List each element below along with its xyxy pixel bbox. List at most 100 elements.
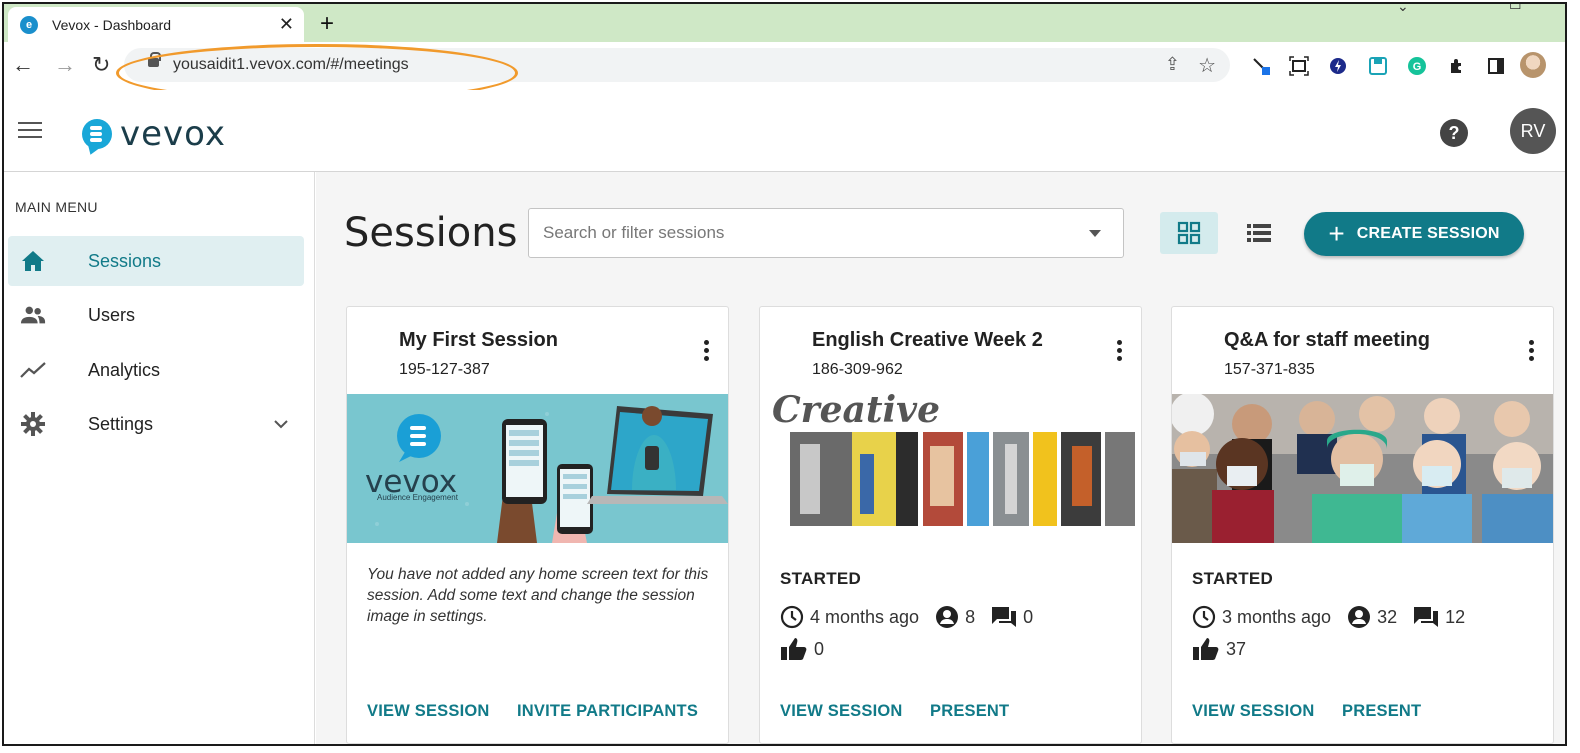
image-main-text: WRITING xyxy=(760,440,1141,543)
new-tab-button[interactable]: + xyxy=(320,10,334,38)
list-view-button[interactable] xyxy=(1230,212,1288,254)
session-card[interactable]: English Creative Week 2 186-309-962 Crea… xyxy=(759,306,1142,744)
hamburger-menu-icon[interactable] xyxy=(18,122,42,138)
search-input[interactable] xyxy=(529,209,1069,257)
create-session-label: CREATE SESSION xyxy=(1356,225,1500,242)
address-bar[interactable]: yousaidit1.vevox.com/#/meetings ⇪ ☆ xyxy=(124,48,1230,82)
session-stats: 4 months ago 8 0 xyxy=(780,605,1049,629)
tab-title: Vevox - Dashboard xyxy=(52,16,172,33)
back-icon[interactable]: ← xyxy=(12,52,34,78)
help-icon[interactable]: ? xyxy=(1440,119,1468,147)
save-extension-icon[interactable] xyxy=(1368,56,1388,76)
session-image xyxy=(1172,394,1553,543)
vevox-favicon-icon: e xyxy=(20,15,38,34)
session-stats: 3 months ago 32 12 xyxy=(1192,605,1481,629)
grammarly-extension-icon[interactable]: G xyxy=(1407,56,1427,76)
sidebar-item-settings[interactable]: Settings xyxy=(8,399,304,449)
main-content: Sessions + CREATE SESSION My First Sessi… xyxy=(316,172,1565,744)
users-icon xyxy=(20,302,46,328)
session-likes: 37 xyxy=(1192,637,1246,661)
close-tab-icon[interactable]: ✕ xyxy=(279,14,294,35)
clock-icon xyxy=(1192,605,1216,629)
lock-icon xyxy=(148,52,161,67)
participant-icon xyxy=(936,606,959,628)
session-time: 4 months ago xyxy=(810,606,920,627)
session-likes: 0 xyxy=(780,637,824,661)
image-script-text: Creative xyxy=(772,394,940,431)
view-session-link[interactable]: VIEW SESSION xyxy=(780,702,903,721)
grid-view-icon xyxy=(1177,221,1201,245)
bookmark-star-icon[interactable]: ☆ xyxy=(1198,53,1216,78)
session-image: Creative RITIN xyxy=(760,394,1141,543)
logo-text: vevox xyxy=(120,114,227,154)
sidebar-item-label: Sessions xyxy=(88,250,162,271)
questions-icon xyxy=(1414,607,1439,627)
svg-text:G: G xyxy=(1413,61,1422,73)
session-code: 195-127-387 xyxy=(399,361,490,378)
session-image: vevox Audience Engagement xyxy=(347,394,728,543)
maximize-icon[interactable]: ☐ xyxy=(1509,4,1522,13)
session-card[interactable]: My First Session 195-127-387 vevox Audie… xyxy=(346,306,729,744)
thumbs-up-icon xyxy=(781,638,807,660)
clock-icon xyxy=(780,605,804,629)
participant-count: 8 xyxy=(965,606,976,627)
minimize-icon[interactable]: — xyxy=(1456,4,1470,10)
more-options-icon[interactable] xyxy=(1529,340,1535,362)
sidebar-item-label: Settings xyxy=(88,413,154,434)
questions-icon xyxy=(992,607,1017,627)
vevox-logo[interactable]: vevox xyxy=(82,114,226,154)
list-view-icon xyxy=(1247,224,1271,242)
share-icon[interactable]: ⇪ xyxy=(1165,54,1180,75)
sidebar: MAIN MENU Sessions Users Analytics Setti… xyxy=(4,172,315,744)
session-search[interactable] xyxy=(528,208,1124,258)
present-link[interactable]: PRESENT xyxy=(1342,702,1421,721)
session-title[interactable]: My First Session xyxy=(399,329,558,352)
reload-icon[interactable]: ↻ xyxy=(92,52,110,78)
forward-icon[interactable]: → xyxy=(54,52,76,78)
sidebar-item-label: Analytics xyxy=(88,359,161,380)
present-link[interactable]: PRESENT xyxy=(930,702,1009,721)
dropdown-caret-icon[interactable] xyxy=(1089,230,1101,237)
session-card[interactable]: Q&A for staff meeting 157-371-835 STARTE… xyxy=(1171,306,1554,744)
lightning-extension-icon[interactable] xyxy=(1328,56,1348,76)
extensions-puzzle-icon[interactable] xyxy=(1447,56,1467,76)
user-avatar[interactable]: RV xyxy=(1510,108,1556,154)
chevron-down-icon[interactable]: ⌄ xyxy=(1397,4,1409,15)
view-session-link[interactable]: VIEW SESSION xyxy=(367,702,490,721)
browser-tab[interactable]: e Vevox - Dashboard ✕ xyxy=(8,7,304,42)
eyedropper-extension-icon[interactable] xyxy=(1251,56,1271,76)
browser-window: e Vevox - Dashboard ✕ + ⌄ — ☐ ← → ↻ yous… xyxy=(2,2,1567,746)
chevron-down-icon[interactable] xyxy=(274,416,288,432)
question-count: 12 xyxy=(1445,606,1466,627)
sidebar-item-analytics[interactable]: Analytics xyxy=(8,345,304,395)
participant-count: 32 xyxy=(1377,606,1398,627)
session-title[interactable]: Q&A for staff meeting xyxy=(1224,329,1430,352)
browser-profile-avatar[interactable] xyxy=(1520,52,1546,78)
session-status: STARTED xyxy=(1192,569,1274,588)
side-panel-icon[interactable] xyxy=(1486,56,1506,76)
grid-view-button[interactable] xyxy=(1160,212,1218,254)
session-title[interactable]: English Creative Week 2 xyxy=(812,329,1043,352)
gear-icon xyxy=(20,411,46,437)
view-session-link[interactable]: VIEW SESSION xyxy=(1192,702,1315,721)
screenshot-extension-icon[interactable] xyxy=(1289,56,1309,76)
create-session-button[interactable]: + CREATE SESSION xyxy=(1304,212,1524,256)
main-menu-title: MAIN MENU xyxy=(15,199,98,215)
tab-strip: e Vevox - Dashboard ✕ + ⌄ — ☐ xyxy=(4,4,1565,42)
url-text[interactable]: yousaidit1.vevox.com/#/meetings xyxy=(173,56,409,74)
question-count: 0 xyxy=(1023,606,1034,627)
session-status: STARTED xyxy=(780,569,862,588)
more-options-icon[interactable] xyxy=(1117,340,1123,362)
analytics-icon xyxy=(20,357,46,383)
thumbs-up-icon xyxy=(1193,638,1219,660)
session-code: 186-309-962 xyxy=(812,361,903,378)
sidebar-item-users[interactable]: Users xyxy=(8,290,304,340)
like-count: 37 xyxy=(1226,638,1247,659)
sidebar-item-sessions[interactable]: Sessions xyxy=(8,236,304,286)
more-options-icon[interactable] xyxy=(704,340,710,362)
browser-toolbar: ← → ↻ yousaidit1.vevox.com/#/meetings ⇪ … xyxy=(4,42,1565,90)
invite-participants-link[interactable]: INVITE PARTICIPANTS xyxy=(517,702,698,721)
participant-icon xyxy=(1348,606,1371,628)
home-icon xyxy=(20,248,46,274)
app-header: vevox ? RV xyxy=(4,90,1565,172)
